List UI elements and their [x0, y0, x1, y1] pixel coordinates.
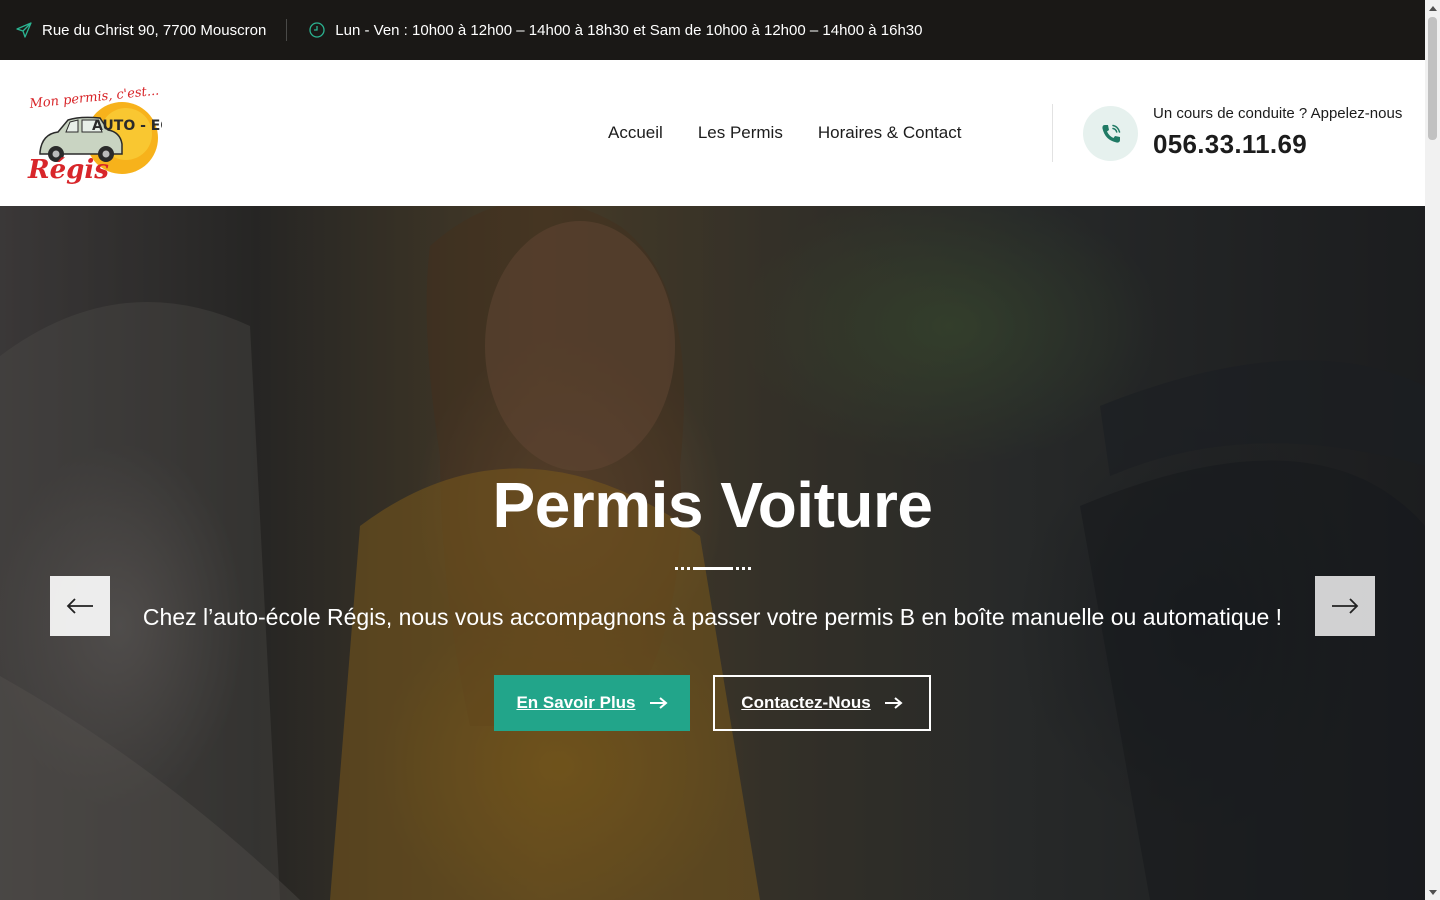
arrow-right-icon	[1332, 598, 1359, 614]
top-info-bar: Rue du Christ 90, 7700 Mouscron Lun - Ve…	[0, 0, 1425, 60]
learn-more-label: En Savoir Plus	[516, 693, 636, 712]
hero-content: Permis Voiture Chez l’auto-école Régis, …	[0, 206, 1425, 900]
address-text: Rue du Christ 90, 7700 Mouscron	[42, 21, 267, 39]
slider-prev-button[interactable]	[50, 576, 110, 636]
main-nav: Accueil Les Permis Horaires & Contact	[608, 123, 961, 143]
phone-icon-badge[interactable]	[1083, 106, 1138, 161]
phone-label: Un cours de conduite ? Appelez-nous	[1153, 105, 1403, 122]
nav-horaires-contact[interactable]: Horaires & Contact	[818, 123, 962, 143]
header-divider	[1052, 104, 1053, 162]
hours-text: Lun - Ven : 10h00 à 12h00 – 14h00 à 18h3…	[335, 21, 923, 39]
logo-badge: AUTO - ECOLE	[92, 118, 162, 134]
clock-icon	[309, 22, 325, 38]
hero-title-divider	[675, 567, 751, 570]
slider-next-button[interactable]	[1315, 576, 1375, 636]
site-header: Mon permis, c'est... AUTO - ECOLE Régis …	[0, 60, 1425, 206]
arrow-right-icon	[649, 697, 668, 709]
scroll-down-arrow[interactable]	[1425, 885, 1440, 900]
arrow-left-icon	[66, 598, 93, 614]
scroll-up-arrow[interactable]	[1425, 0, 1440, 15]
logo-name: Régis	[27, 155, 109, 184]
contact-us-button[interactable]: Contactez-Nous	[713, 675, 931, 731]
contact-us-label: Contactez-Nous	[741, 693, 871, 712]
learn-more-button[interactable]: En Savoir Plus	[494, 675, 690, 731]
topbar-separator	[286, 19, 288, 41]
nav-les-permis[interactable]: Les Permis	[698, 123, 783, 143]
site-logo[interactable]: Mon permis, c'est... AUTO - ECOLE Régis	[22, 83, 201, 185]
hero-subtitle: Chez l’auto-école Régis, nous vous accom…	[142, 604, 1283, 630]
nav-accueil[interactable]: Accueil	[608, 123, 663, 143]
phone-icon	[1101, 124, 1120, 143]
phone-number[interactable]: 056.33.11.69	[1153, 129, 1307, 160]
arrow-right-icon	[884, 697, 903, 709]
hero-title: Permis Voiture	[492, 469, 933, 541]
scroll-thumb[interactable]	[1428, 17, 1437, 140]
hero-slider: Permis Voiture Chez l’auto-école Régis, …	[0, 206, 1425, 900]
send-icon	[16, 22, 32, 38]
page-scrollbar[interactable]	[1425, 0, 1440, 900]
hours-item: Lun - Ven : 10h00 à 12h00 – 14h00 à 18h3…	[309, 22, 922, 39]
address-item: Rue du Christ 90, 7700 Mouscron	[0, 22, 266, 39]
